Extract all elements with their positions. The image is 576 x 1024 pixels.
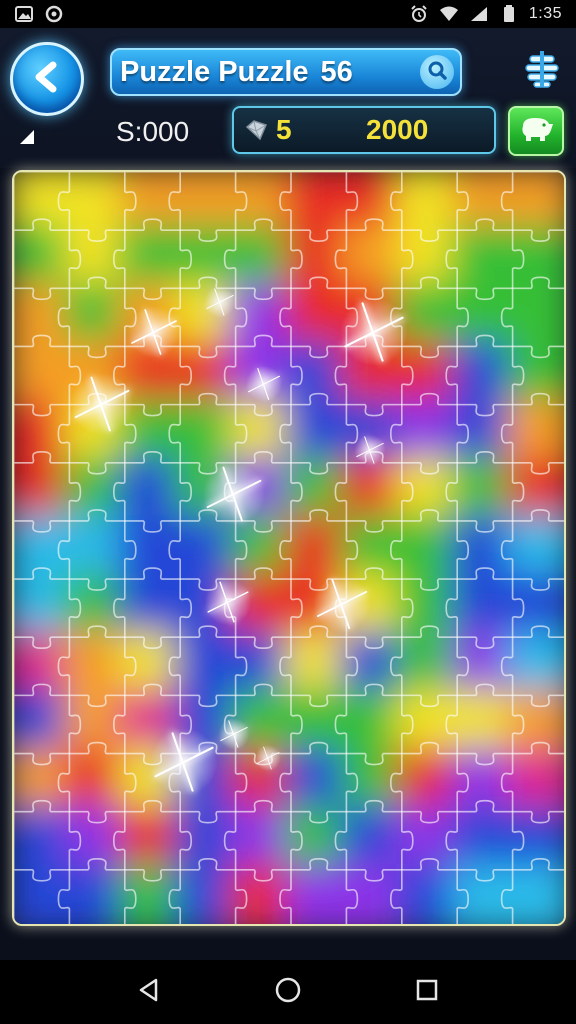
sparkle-effect [150,728,218,796]
game-title: Puzzle Puzzle [120,55,309,88]
search-icon [426,59,448,85]
sparkle-effect [202,462,266,526]
menu-list-icon [520,47,564,95]
sparkle-effect [204,286,236,318]
sparkle-effect [204,578,252,626]
shield-icon [44,5,64,23]
sparkle-effect [313,575,371,633]
sparkle-effect [340,298,408,366]
sparkle-effect [218,718,250,750]
navigation-bar [0,960,576,1024]
signal-icon [469,5,489,23]
sparkle-effect [245,365,283,403]
search-button[interactable] [420,55,454,89]
back-button[interactable] [10,42,84,116]
piggy-bank-icon [517,114,555,148]
sparkle-effect [255,745,281,771]
back-triangle-icon [136,977,162,1007]
wifi-icon [439,5,459,23]
back-arrow-icon [27,57,67,101]
nav-home-button[interactable] [268,972,308,1012]
image-icon [14,5,34,23]
status-bar: 1:35 [0,0,576,28]
status-time: 1:35 [528,5,562,22]
alarm-icon [409,5,429,23]
recents-square-icon [415,978,439,1006]
battery-icon [499,5,519,23]
gem-icon [244,119,270,141]
puzzle-grid [14,172,564,924]
menu-button[interactable] [518,46,566,96]
home-circle-icon [274,976,302,1008]
corner-indicator [20,130,34,144]
coin-count: 5 [276,114,292,145]
puzzle-board[interactable] [12,170,566,926]
game-header: Puzzle Puzzle 56 S:000 5 2000 [0,28,576,168]
nav-back-button[interactable] [129,972,169,1012]
sparkle-effect [70,372,134,436]
level-number: 56 [320,55,353,88]
score-label: S:000 [116,116,190,147]
nav-recents-button[interactable] [407,972,447,1012]
title-bar: Puzzle Puzzle 56 [110,48,462,96]
shop-button[interactable] [508,106,564,156]
sparkle-effect [354,434,386,466]
coin-panel: 5 2000 [232,106,496,154]
sparkle-effect [128,306,180,358]
coin-total: 2000 [366,114,429,145]
